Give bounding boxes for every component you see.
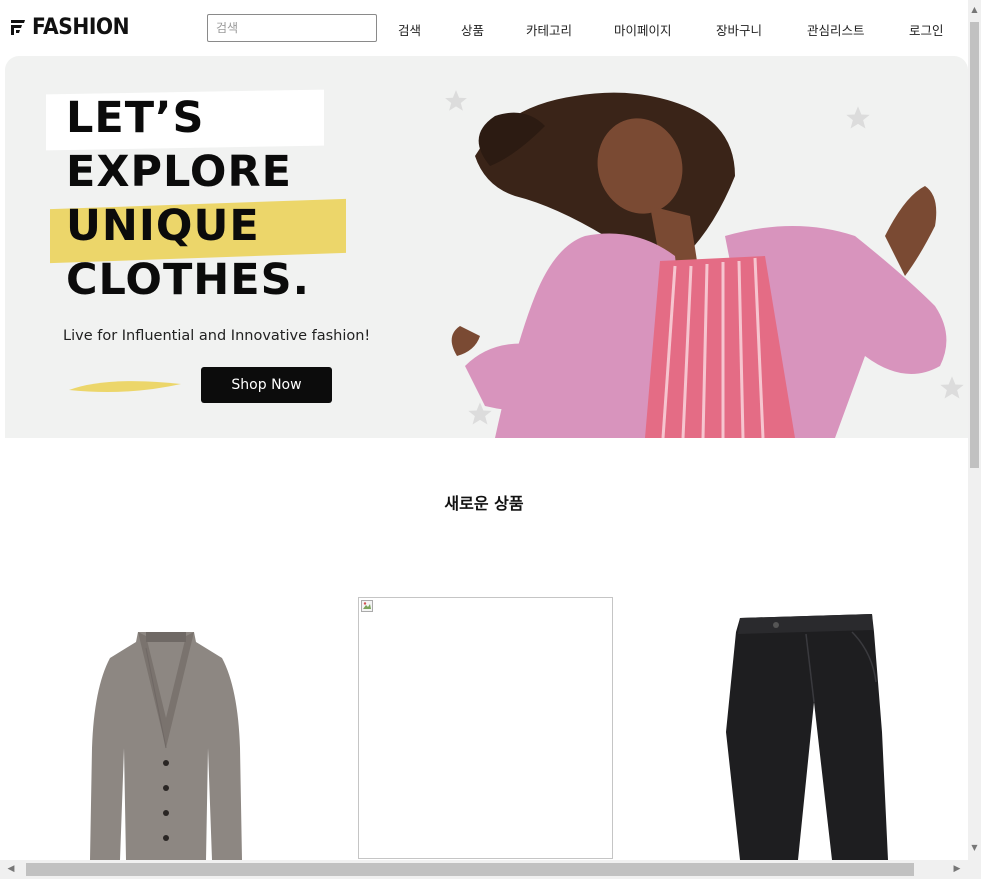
vertical-scroll-thumb[interactable] bbox=[970, 22, 979, 468]
nav-category[interactable]: 카테고리 bbox=[526, 20, 572, 39]
horizontal-scroll-thumb[interactable] bbox=[26, 863, 914, 876]
main-nav: 검색 상품 카테고리 마이페이지 장바구니 관심리스트 로그인 bbox=[0, 0, 968, 56]
nav-products[interactable]: 상품 bbox=[461, 20, 484, 39]
nav-cart[interactable]: 장바구니 bbox=[716, 20, 762, 39]
scroll-down-icon[interactable]: ▼ bbox=[970, 842, 979, 854]
hero-headline: LET’S EXPLORE UNIQUE CLOTHES. bbox=[46, 89, 346, 308]
product-image-broken[interactable] bbox=[358, 597, 613, 859]
new-products-title: 새로운 상품 bbox=[444, 494, 524, 513]
product-image-pants[interactable] bbox=[722, 612, 890, 860]
scroll-up-icon[interactable]: ▲ bbox=[970, 4, 979, 16]
hero-tagline: Live for Influential and Innovative fash… bbox=[63, 328, 371, 344]
headline-line-1: LET’S bbox=[46, 89, 324, 151]
headline-line-3: UNIQUE bbox=[46, 198, 346, 264]
headline-line-2: EXPLORE bbox=[66, 147, 292, 197]
nav-login[interactable]: 로그인 bbox=[909, 20, 944, 39]
site-header: FASHION 검색 상품 카테고리 마이페이지 장바구니 관심리스트 로그인 bbox=[0, 0, 968, 56]
scroll-left-icon[interactable]: ◀ bbox=[4, 863, 18, 876]
product-image-cardigan[interactable] bbox=[88, 628, 244, 860]
hero-banner: LET’S EXPLORE UNIQUE CLOTHES. Live for I… bbox=[5, 56, 968, 438]
shop-now-button[interactable]: Shop Now bbox=[201, 367, 332, 403]
headline-line-4: CLOTHES. bbox=[66, 255, 310, 305]
nav-search[interactable]: 검색 bbox=[398, 20, 421, 39]
broken-image-icon bbox=[361, 600, 373, 612]
scroll-right-icon[interactable]: ▶ bbox=[950, 863, 964, 876]
nav-wishlist[interactable]: 관심리스트 bbox=[807, 20, 865, 39]
yellow-swoosh-decoration bbox=[69, 381, 181, 392]
horizontal-scrollbar[interactable]: ◀ ▶ bbox=[0, 860, 981, 879]
vertical-scrollbar[interactable]: ▲ ▼ bbox=[968, 0, 981, 860]
hero-model-photo bbox=[451, 92, 947, 438]
nav-mypage[interactable]: 마이페이지 bbox=[614, 20, 672, 39]
